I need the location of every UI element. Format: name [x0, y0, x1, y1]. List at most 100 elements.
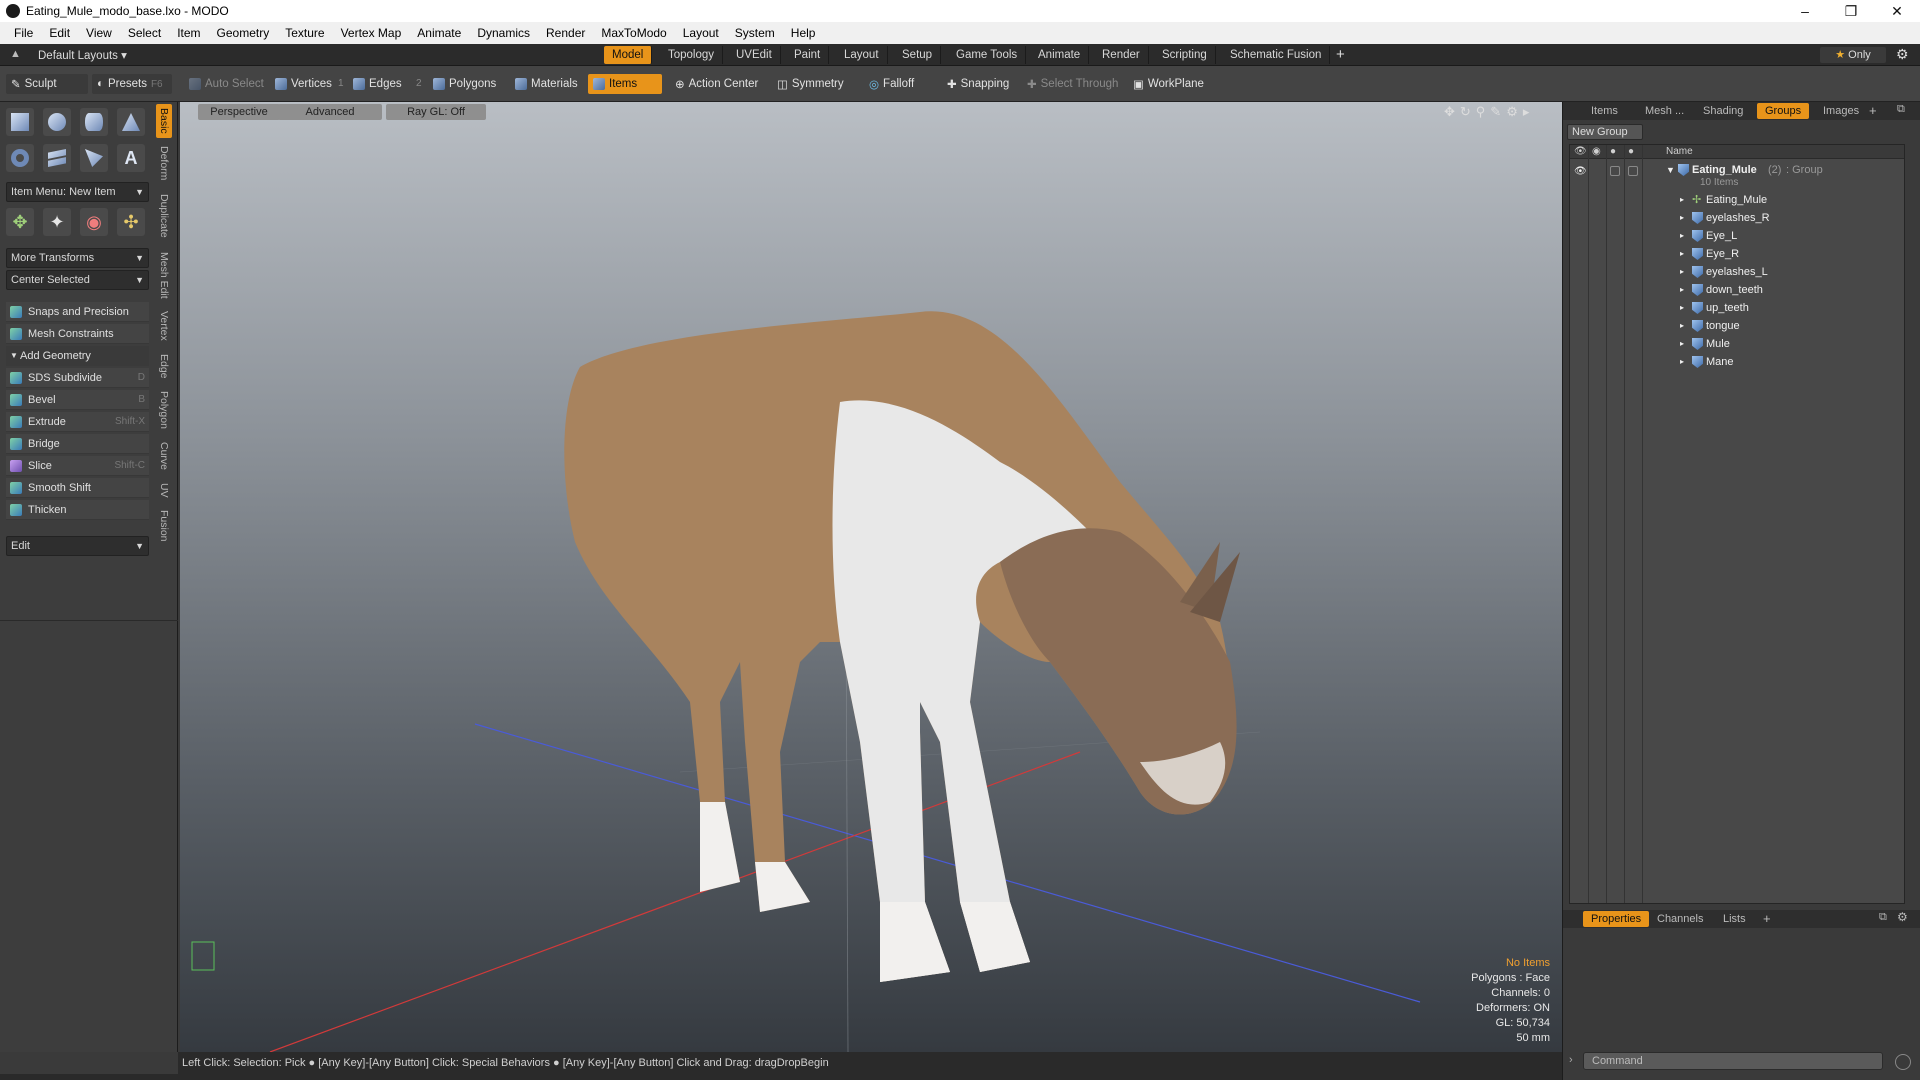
add-tab-icon[interactable]: + — [1763, 911, 1771, 926]
falloff-button[interactable]: ◎ Falloff — [864, 74, 919, 94]
tree-item[interactable]: ▸ eyelashes_R — [1570, 209, 1904, 227]
tab-schematic-fusion[interactable]: Schematic Fusion — [1222, 46, 1331, 64]
scale-tool-button[interactable]: ◉ — [80, 208, 108, 236]
menu-system[interactable]: System — [727, 22, 783, 44]
select-through-button[interactable]: ✚ Select Through — [1022, 74, 1123, 94]
tab-scripting[interactable]: Scripting — [1154, 46, 1216, 64]
thicken-button[interactable]: Thicken — [6, 500, 149, 520]
snapping-button[interactable]: ✚ Snapping — [942, 74, 1014, 94]
extrude-button[interactable]: Extrude Shift-X — [6, 412, 149, 432]
minimize-button[interactable]: – — [1782, 0, 1828, 22]
snaps-precision-button[interactable]: Snaps and Precision — [6, 302, 149, 322]
edit-dropdown[interactable]: Edit ▼ — [6, 536, 149, 556]
edges-button[interactable]: Edges — [348, 74, 407, 94]
move-tool-button[interactable]: ✥ — [6, 208, 34, 236]
gear-icon[interactable]: ⚙ — [1896, 46, 1909, 63]
tube-primitive-button[interactable] — [43, 144, 71, 172]
vtab-curve[interactable]: Curve — [156, 438, 172, 474]
tree-item[interactable]: ▸ Eye_R — [1570, 245, 1904, 263]
materials-button[interactable]: Materials — [510, 74, 583, 94]
tree-item[interactable]: ▸ eyelashes_L — [1570, 263, 1904, 281]
tree-item[interactable]: ▸ Eye_L — [1570, 227, 1904, 245]
close-button[interactable]: ✕ — [1874, 0, 1920, 22]
tree-item[interactable]: ▸ ✢ Eating_Mule — [1570, 191, 1904, 209]
items-button[interactable]: Items — [588, 74, 662, 94]
tab-images[interactable]: Images — [1815, 103, 1867, 119]
tab-render[interactable]: Render — [1094, 46, 1149, 64]
slice-button[interactable]: Slice Shift-C — [6, 456, 149, 476]
lock-checkbox[interactable] — [1610, 166, 1620, 176]
action-center-button[interactable]: ⊕ Action Center — [670, 74, 763, 94]
add-geometry-section[interactable]: ▼ Add Geometry — [6, 346, 149, 366]
vertices-button[interactable]: Vertices — [270, 74, 337, 94]
vtab-duplicate[interactable]: Duplicate — [156, 188, 172, 244]
tab-uvedit[interactable]: UVEdit — [728, 46, 781, 64]
menu-vertex-map[interactable]: Vertex Map — [333, 22, 410, 44]
tab-groups[interactable]: Groups — [1757, 103, 1810, 119]
tab-topology[interactable]: Topology — [660, 46, 724, 64]
bridge-button[interactable]: Bridge — [6, 434, 149, 454]
tree-item[interactable]: ▸ tongue — [1570, 317, 1904, 335]
menu-view[interactable]: View — [78, 22, 120, 44]
tab-lists[interactable]: Lists — [1715, 911, 1754, 927]
cube-primitive-button[interactable] — [6, 108, 34, 136]
default-layouts-dropdown[interactable]: Default Layouts ▾ — [38, 48, 127, 62]
tab-paint[interactable]: Paint — [786, 46, 830, 64]
new-group-button[interactable]: New Group — [1567, 124, 1643, 140]
vtab-deform[interactable]: Deform — [156, 142, 172, 184]
vtab-polygon[interactable]: Polygon — [156, 386, 172, 434]
symmetry-button[interactable]: ◫ Symmetry — [772, 74, 849, 94]
menu-select[interactable]: Select — [120, 22, 169, 44]
pen-primitive-button[interactable] — [80, 144, 108, 172]
tree-item[interactable]: ▸ down_teeth — [1570, 281, 1904, 299]
expand-icon[interactable]: ⧉ — [1897, 103, 1905, 116]
vtab-fusion[interactable]: Fusion — [156, 506, 172, 546]
vtab-edge[interactable]: Edge — [156, 350, 172, 382]
tab-model[interactable]: Model — [604, 46, 653, 64]
sphere-primitive-button[interactable] — [43, 108, 71, 136]
torus-primitive-button[interactable] — [6, 144, 34, 172]
menu-maxtomodo[interactable]: MaxToModo — [593, 22, 674, 44]
tab-shading[interactable]: Shading — [1695, 103, 1751, 119]
rotate-tool-button[interactable]: ✦ — [43, 208, 71, 236]
item-menu-dropdown[interactable]: Item Menu: New Item ▼ — [6, 182, 149, 202]
menu-geometry[interactable]: Geometry — [209, 22, 278, 44]
add-tab-icon[interactable]: + — [1336, 46, 1345, 63]
tab-game-tools[interactable]: Game Tools — [948, 46, 1027, 64]
tab-mesh[interactable]: Mesh ... — [1637, 103, 1692, 119]
restore-button[interactable]: ❐ — [1828, 0, 1874, 22]
transform-tool-button[interactable]: ✣ — [117, 208, 145, 236]
menu-dynamics[interactable]: Dynamics — [469, 22, 538, 44]
command-input[interactable]: Command — [1583, 1052, 1883, 1070]
gear-icon[interactable]: ⚙ — [1897, 910, 1908, 924]
menu-texture[interactable]: Texture — [277, 22, 332, 44]
cylinder-primitive-button[interactable] — [80, 108, 108, 136]
cone-primitive-button[interactable] — [117, 108, 145, 136]
mesh-constraints-button[interactable]: Mesh Constraints — [6, 324, 149, 344]
group-row[interactable]: 👁 ▼ Eating_Mule (2) : Group 10 Items — [1570, 161, 1904, 189]
tab-layout[interactable]: Layout — [836, 46, 888, 64]
only-button[interactable]: ★ Only — [1820, 47, 1886, 63]
sds-subdivide-button[interactable]: SDS Subdivide D — [6, 368, 149, 388]
tree-item[interactable]: ▸ up_teeth — [1570, 299, 1904, 317]
select-checkbox[interactable] — [1628, 166, 1638, 176]
layout-arrow-icon[interactable]: ▲ — [10, 48, 21, 60]
tab-items[interactable]: Items — [1583, 103, 1626, 119]
collapse-arrow-icon[interactable]: ▼ — [1666, 161, 1675, 179]
menu-item[interactable]: Item — [169, 22, 208, 44]
add-tab-icon[interactable]: + — [1869, 103, 1877, 118]
auto-select-button[interactable]: Auto Select — [184, 74, 269, 94]
sculpt-button[interactable]: ✎ Sculpt — [6, 74, 88, 94]
text-primitive-button[interactable]: A — [117, 144, 145, 172]
visibility-eye-icon[interactable]: 👁 — [1574, 163, 1587, 181]
menu-help[interactable]: Help — [783, 22, 824, 44]
command-history-icon[interactable] — [1895, 1054, 1911, 1070]
bevel-button[interactable]: Bevel B — [6, 390, 149, 410]
tab-properties[interactable]: Properties — [1583, 911, 1650, 927]
tab-animate[interactable]: Animate — [1030, 46, 1090, 64]
vtab-basic[interactable]: Basic — [156, 104, 172, 138]
vtab-mesh-edit[interactable]: Mesh Edit — [156, 248, 172, 302]
tab-setup[interactable]: Setup — [894, 46, 942, 64]
vtab-uv[interactable]: UV — [156, 478, 172, 502]
presets-button[interactable]: ◐ Presets F6 — [92, 74, 172, 94]
